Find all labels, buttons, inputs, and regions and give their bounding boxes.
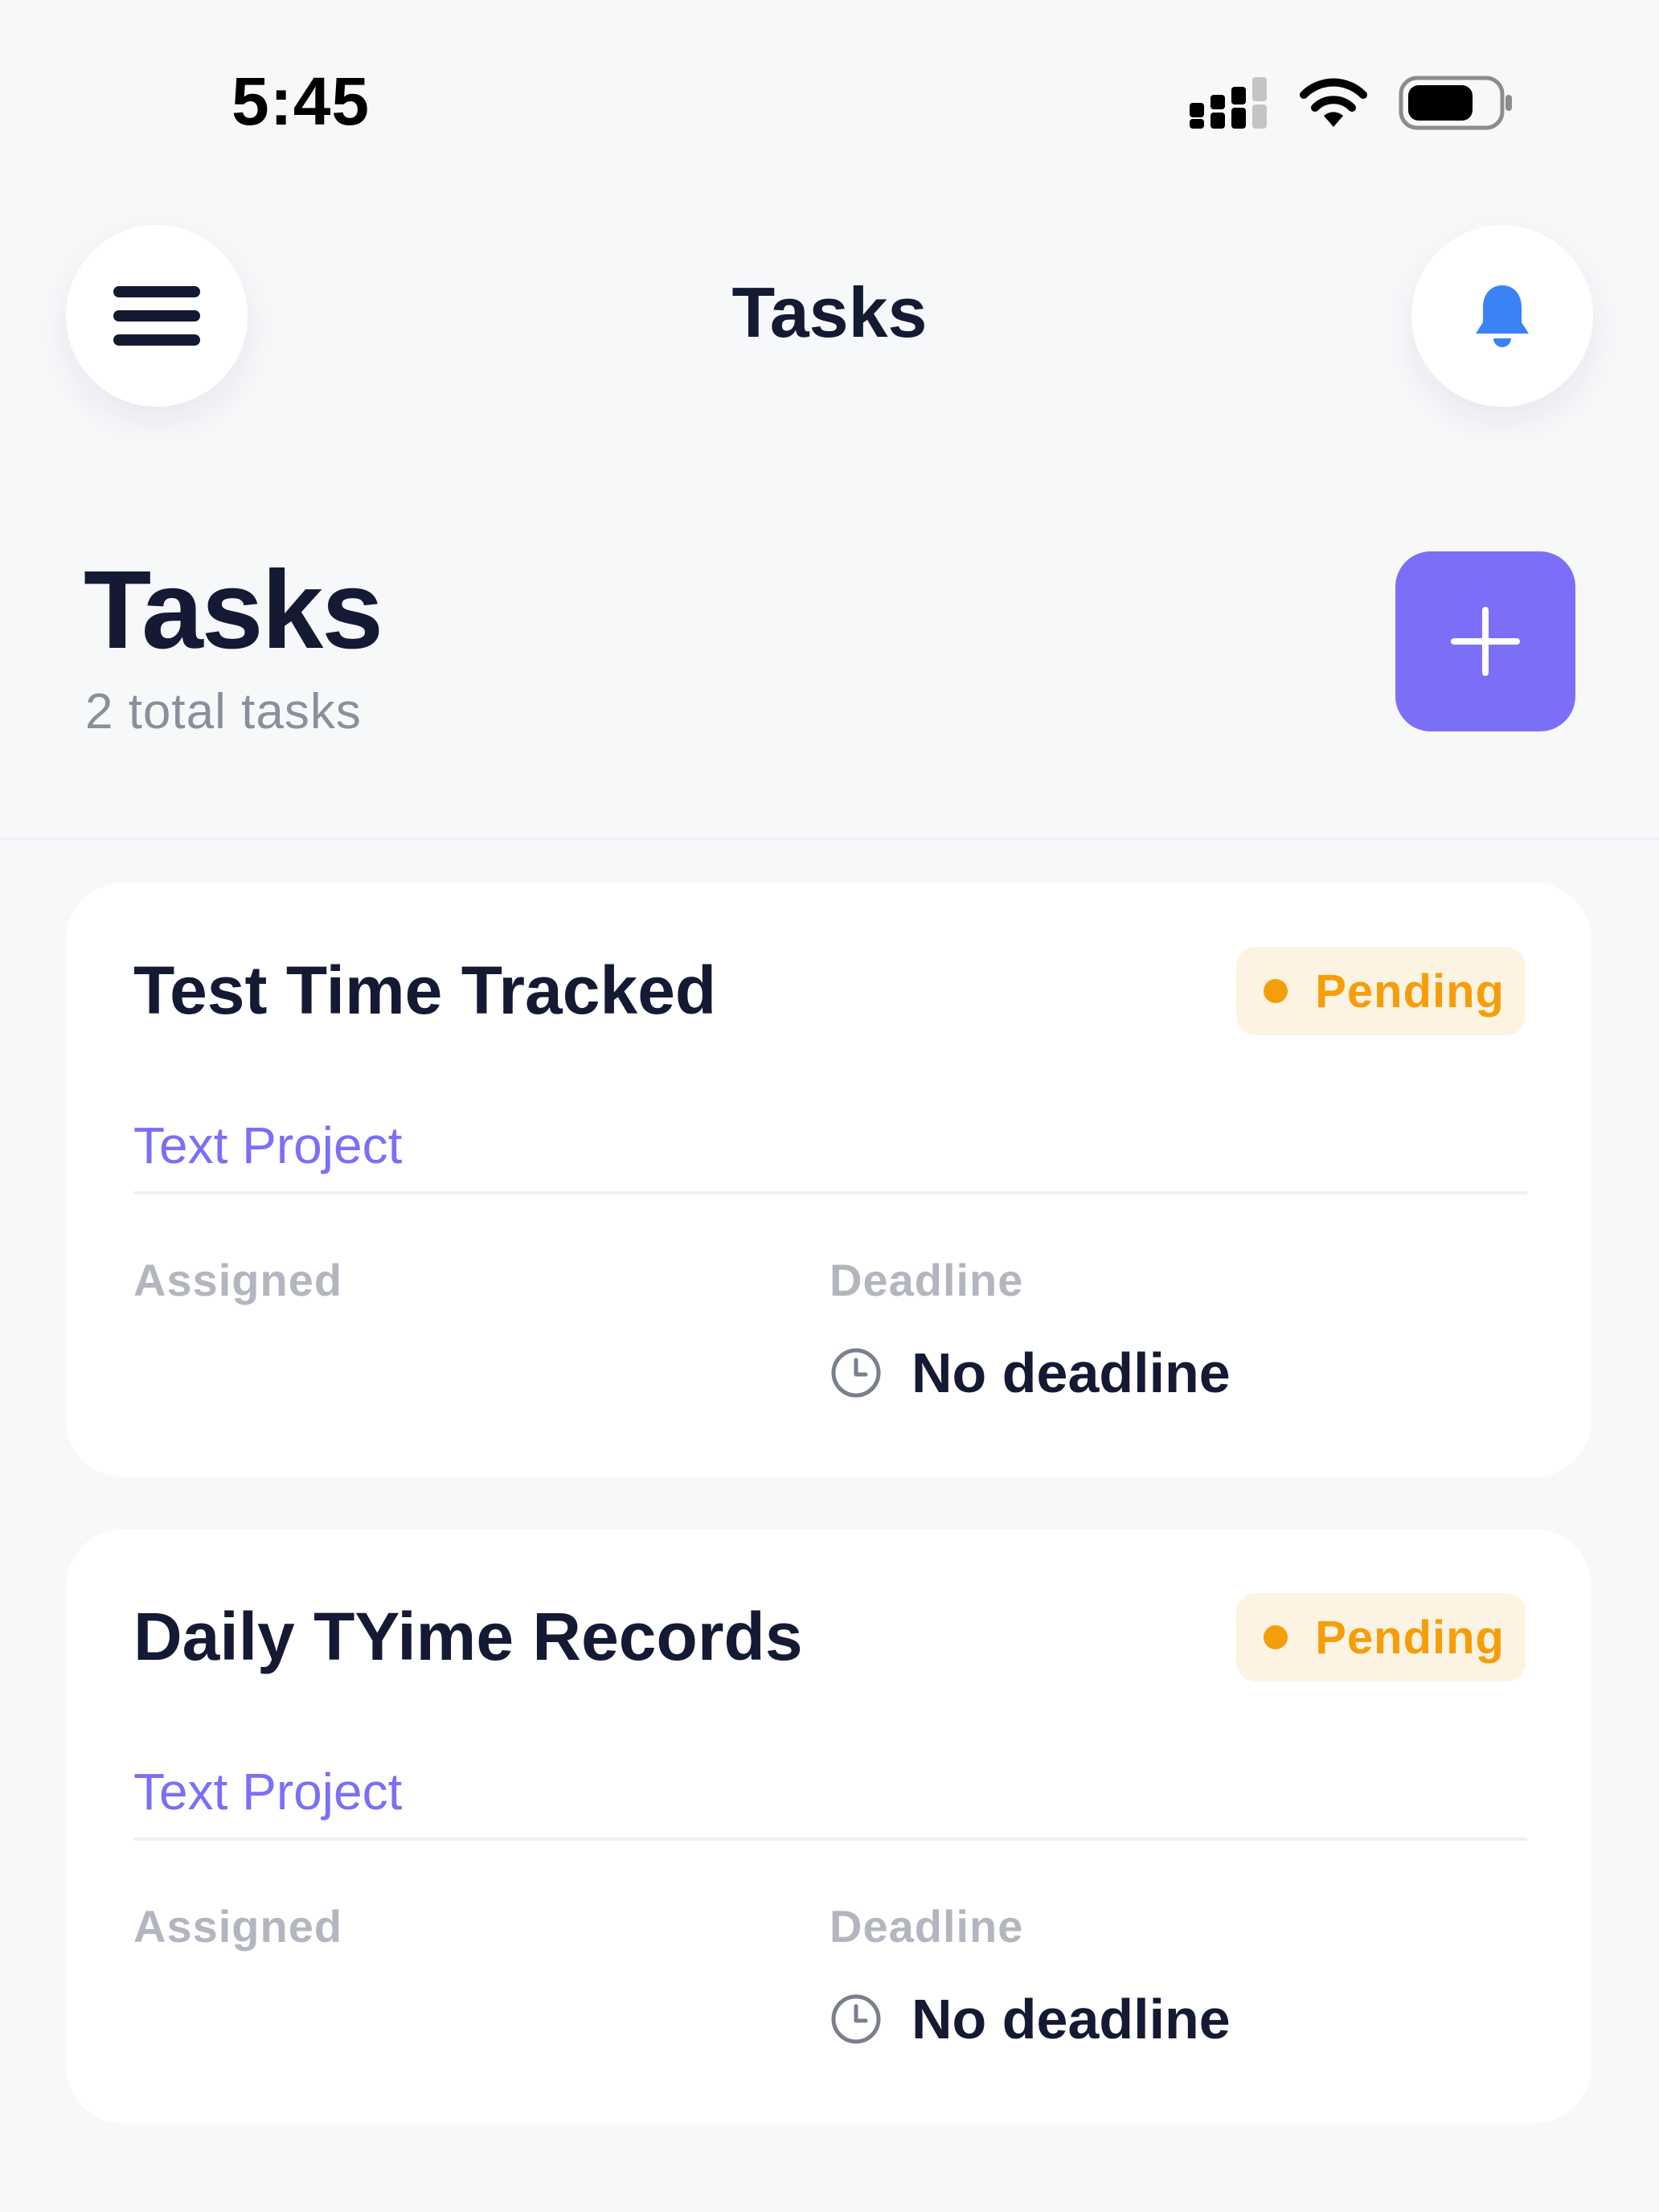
assigned-label: Assigned <box>133 1255 343 1305</box>
task-title: Test Time Tracked <box>133 952 717 1028</box>
signal-icon <box>1190 77 1267 129</box>
page-title: Tasks <box>84 548 383 672</box>
project-link[interactable]: Text Project <box>133 1116 402 1175</box>
clock-icon <box>831 1348 881 1398</box>
bell-icon <box>1476 285 1529 347</box>
deadline-value: No deadline <box>911 1342 1231 1404</box>
status-badge: Pending <box>1236 947 1526 1035</box>
card-divider <box>133 1837 1527 1841</box>
status-badge: Pending <box>1236 1593 1526 1682</box>
notifications-button[interactable] <box>1411 225 1593 407</box>
battery-icon <box>1399 76 1512 130</box>
task-card[interactable]: Test Time Tracked Pending Text Project A… <box>66 883 1591 1477</box>
status-dot-icon <box>1264 1625 1288 1649</box>
clock-icon <box>831 1994 881 2044</box>
tasks-screen: 5:45 Tasks Tasks 2 total tasks Test Time… <box>0 0 1659 2212</box>
deadline-row: No deadline <box>830 1341 1231 1405</box>
deadline-label: Deadline <box>830 1255 1024 1305</box>
add-task-button[interactable] <box>1395 551 1575 731</box>
assigned-label: Assigned <box>133 1901 343 1952</box>
nav-title: Tasks <box>731 272 928 352</box>
deadline-label: Deadline <box>830 1901 1024 1952</box>
status-time: 5:45 <box>231 63 371 139</box>
project-link[interactable]: Text Project <box>133 1762 402 1821</box>
status-label: Pending <box>1315 1611 1505 1664</box>
status-bar: 5:45 <box>0 0 1659 185</box>
wifi-icon <box>1300 78 1367 127</box>
deadline-value: No deadline <box>911 1988 1231 2050</box>
task-count: 2 total tasks <box>85 684 362 739</box>
status-label: Pending <box>1315 965 1505 1018</box>
deadline-row: No deadline <box>830 1987 1231 2051</box>
header-divider <box>0 838 1659 840</box>
card-divider <box>133 1191 1527 1194</box>
status-dot-icon <box>1264 979 1288 1003</box>
task-title: Daily TYime Records <box>133 1599 803 1674</box>
task-card[interactable]: Daily TYime Records Pending Text Project… <box>66 1529 1591 2124</box>
plus-icon <box>1451 607 1520 676</box>
